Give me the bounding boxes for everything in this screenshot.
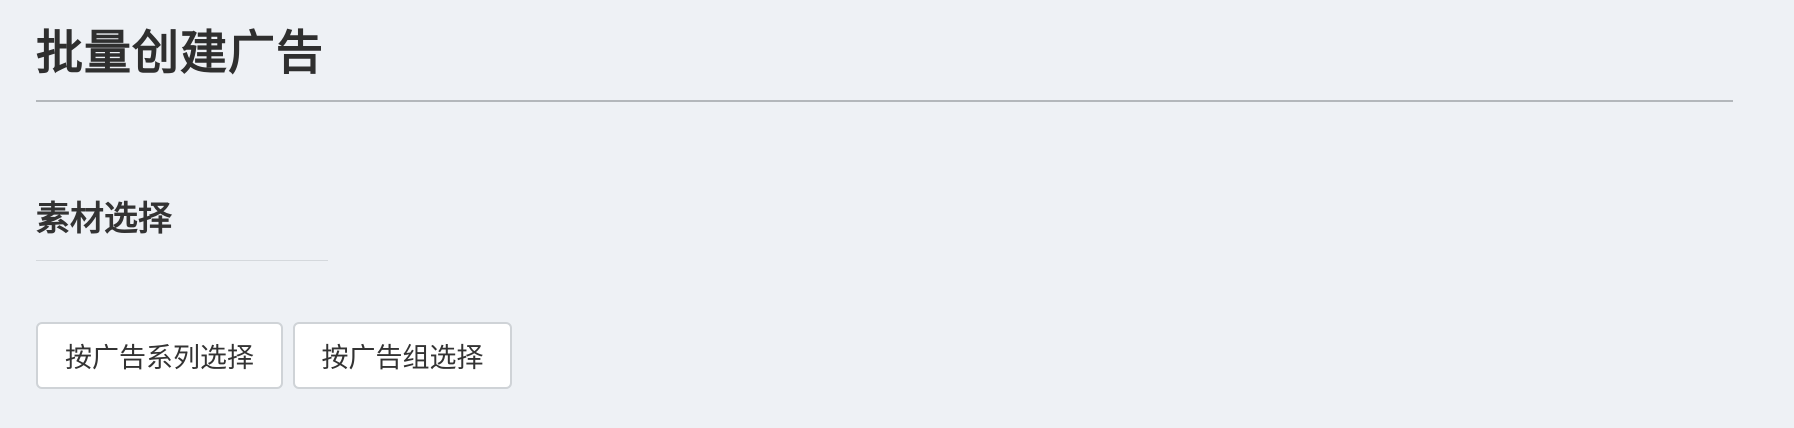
material-selection-buttons: 按广告系列选择 按广告组选择 (36, 322, 512, 389)
page-container: 批量创建广告 素材选择 按广告系列选择 按广告组选择 (36, 0, 1733, 389)
select-by-ad-group-button[interactable]: 按广告组选择 (293, 322, 512, 389)
section-divider (36, 260, 328, 261)
section-title-material-selection: 素材选择 (36, 199, 172, 239)
page-title: 批量创建广告 (36, 26, 324, 81)
title-divider (36, 100, 1733, 102)
select-by-campaign-button[interactable]: 按广告系列选择 (36, 322, 283, 389)
